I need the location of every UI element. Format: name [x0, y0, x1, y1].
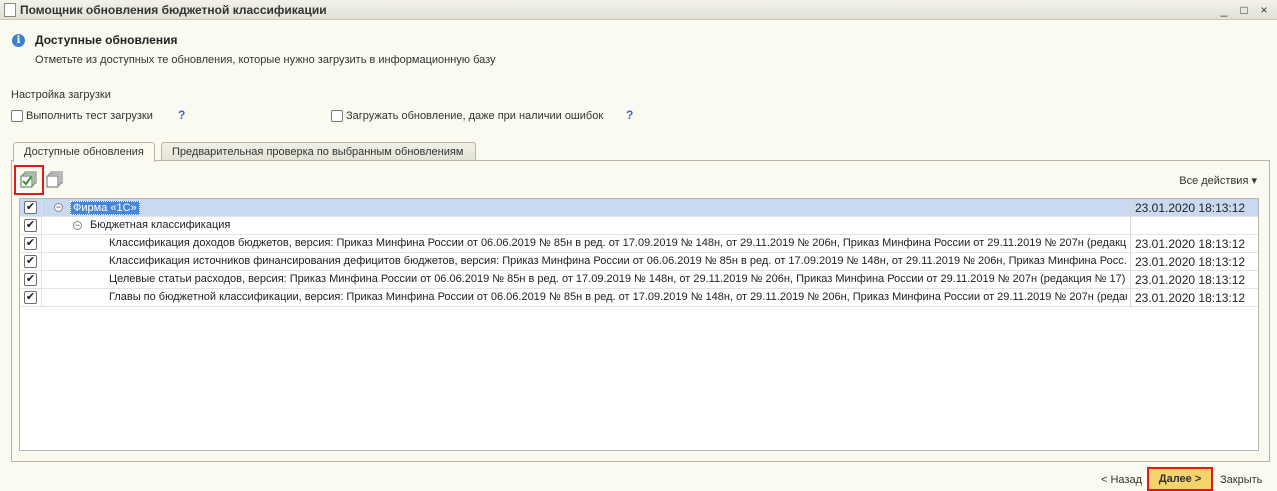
- window-controls: _ □ ×: [1215, 2, 1273, 18]
- load-with-errors-option[interactable]: Загружать обновление, даже при наличии о…: [331, 110, 603, 122]
- row-name: Классификация источников финансирования …: [109, 255, 1127, 267]
- row-checkbox[interactable]: ✔: [24, 237, 37, 250]
- table-row[interactable]: ✔ Целевые статьи расходов, версия: Прика…: [20, 271, 1258, 289]
- row-name: Классификация доходов бюджетов, версия: …: [109, 237, 1127, 249]
- table-row[interactable]: ✔ Классификация источников финансировани…: [20, 253, 1258, 271]
- tab-available-updates[interactable]: Доступные обновления: [13, 142, 155, 162]
- check-all-button[interactable]: [14, 165, 44, 195]
- load-with-errors-label: Загружать обновление, даже при наличии о…: [346, 110, 604, 122]
- row-date: 23.01.2020 18:13:12: [1130, 289, 1258, 307]
- info-icon: i: [12, 34, 25, 47]
- close-button[interactable]: Закрыть: [1220, 474, 1262, 486]
- row-date: 23.01.2020 18:13:12: [1130, 253, 1258, 271]
- row-checkbox[interactable]: ✔: [24, 219, 37, 232]
- test-load-label: Выполнить тест загрузки: [26, 110, 153, 122]
- test-load-option[interactable]: Выполнить тест загрузки: [11, 110, 153, 122]
- next-button[interactable]: Далее >: [1147, 467, 1213, 491]
- maximize-button[interactable]: □: [1235, 2, 1253, 18]
- test-load-checkbox[interactable]: [11, 110, 23, 122]
- row-checkbox[interactable]: ✔: [24, 255, 37, 268]
- updates-table: ✔ − Фирма «1С» 23.01.2020 18:13:12 ✔ − Б…: [19, 198, 1259, 451]
- row-date: [1130, 217, 1258, 235]
- back-button[interactable]: < Назад: [1101, 474, 1142, 486]
- next-button-label: Далее >: [1158, 473, 1202, 485]
- document-icon: [4, 2, 16, 17]
- row-name: Целевые статьи расходов, версия: Приказ …: [109, 273, 1126, 285]
- row-checkbox[interactable]: ✔: [24, 291, 37, 304]
- row-checkbox[interactable]: ✔: [24, 273, 37, 286]
- table-row[interactable]: ✔ Главы по бюджетной классификации, верс…: [20, 289, 1258, 307]
- load-with-errors-checkbox[interactable]: [331, 110, 343, 122]
- window-title: Помощник обновления бюджетной классифика…: [20, 2, 327, 17]
- row-date: 23.01.2020 18:13:12: [1130, 199, 1258, 217]
- uncheck-all-button[interactable]: [44, 169, 66, 191]
- test-load-help-icon[interactable]: ?: [178, 108, 185, 122]
- check-all-icon: [20, 171, 37, 188]
- table-row[interactable]: ✔ − Фирма «1С» 23.01.2020 18:13:12: [20, 199, 1258, 217]
- all-actions-menu[interactable]: Все действия ▾: [1179, 174, 1257, 187]
- close-window-button[interactable]: ×: [1255, 2, 1273, 18]
- row-checkbox[interactable]: ✔: [24, 201, 37, 214]
- settings-label: Настройка загрузки: [11, 89, 111, 101]
- collapse-icon[interactable]: −: [73, 221, 82, 230]
- collapse-icon[interactable]: −: [54, 203, 63, 212]
- uncheck-all-icon: [46, 171, 63, 188]
- minimize-button[interactable]: _: [1215, 2, 1233, 18]
- row-name: Бюджетная классификация: [90, 219, 231, 231]
- row-date: 23.01.2020 18:13:12: [1130, 271, 1258, 289]
- row-name: Главы по бюджетной классификации, версия…: [109, 291, 1127, 303]
- table-row[interactable]: ✔ − Бюджетная классификация: [20, 217, 1258, 235]
- row-date: 23.01.2020 18:13:12: [1130, 235, 1258, 253]
- title-bar: Помощник обновления бюджетной классифика…: [0, 0, 1277, 20]
- load-with-errors-help-icon[interactable]: ?: [626, 108, 633, 122]
- tab-preliminary-check[interactable]: Предварительная проверка по выбранным об…: [161, 142, 476, 161]
- row-name: Фирма «1С»: [70, 201, 140, 215]
- table-row[interactable]: ✔ Классификация доходов бюджетов, версия…: [20, 235, 1258, 253]
- page-subtitle: Отметьте из доступных те обновления, кот…: [35, 54, 496, 66]
- page-title: Доступные обновления: [35, 33, 178, 47]
